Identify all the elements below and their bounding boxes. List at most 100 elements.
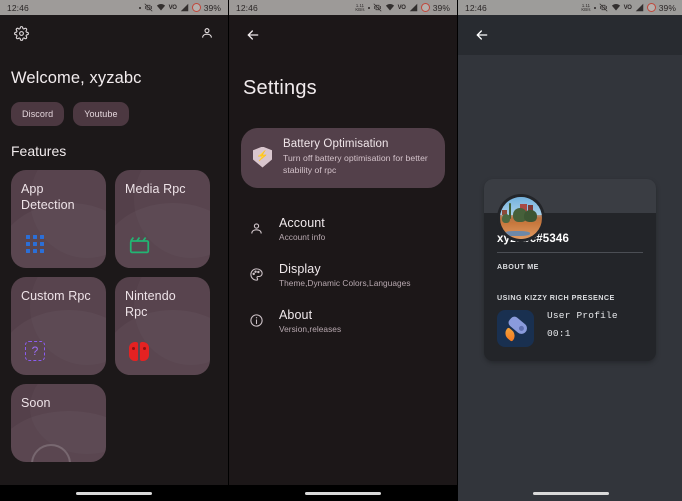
presence-title: User Profile — [547, 310, 618, 321]
status-icons: 1.11 KB/s VO 39% — [581, 3, 676, 13]
card-title: Battery Optimisation — [283, 138, 389, 150]
gear-icon[interactable] — [11, 23, 31, 43]
status-bar: 12:46 1.11 KB/s VO 39% — [229, 0, 457, 15]
profile-screen: 12:46 1.11 KB/s VO 39% xyzabc#5346 ABOUT… — [457, 0, 682, 501]
rich-presence-text: User Profile 00:1 — [547, 310, 618, 339]
card-title: Custom Rpc — [21, 289, 91, 303]
settings-item-text: About Version,releases — [279, 308, 341, 334]
feature-card-soon[interactable]: Soon — [11, 384, 106, 462]
battery-percent: 39% — [658, 2, 676, 13]
shield-bolt-icon: ⚡ — [253, 146, 272, 168]
card-title: Soon — [21, 396, 51, 410]
home-top-bar — [0, 15, 228, 51]
net-speed-icon: 1.11 KB/s — [581, 2, 591, 12]
presence-timer: 00:1 — [547, 328, 571, 339]
avatar-image — [500, 197, 542, 239]
status-time: 12:46 — [236, 2, 258, 13]
features-heading: Features — [11, 143, 67, 159]
card-subtitle: Turn off battery optimisation for better… — [283, 153, 428, 175]
dot-icon — [138, 6, 141, 9]
item-subtitle: Theme,Dynamic Colors,Languages — [279, 278, 411, 288]
battery-optimisation-card[interactable]: ⚡ Battery Optimisation Turn off battery … — [241, 128, 445, 188]
card-title: Nintendo Rpc — [125, 289, 176, 319]
feature-card-app-detection[interactable]: App Detection — [11, 170, 106, 268]
three-panel-screenshot: 12:46 VO 39% Welcome, xyzabc Discord You… — [0, 0, 682, 501]
volte-icon: VO — [168, 4, 177, 11]
nav-home-pill[interactable] — [305, 491, 381, 495]
profile-body: xyzabc#5346 ABOUT ME USING KIZZY RICH PR… — [458, 55, 682, 501]
about-me-label: ABOUT ME — [497, 262, 539, 271]
avatar-path — [504, 230, 531, 236]
item-title: Display — [279, 262, 321, 276]
avatar-bush — [524, 210, 537, 223]
app-grid-icon — [22, 231, 48, 257]
chip-youtube[interactable]: Youtube — [73, 102, 129, 126]
clapperboard-icon — [126, 231, 152, 257]
settings-list: Account Account info Display Theme,Dynam… — [229, 188, 457, 344]
signal-icon — [635, 3, 644, 12]
dot-icon — [367, 6, 370, 9]
platform-chips: Discord Youtube — [0, 88, 228, 126]
settings-item-text: Display Theme,Dynamic Colors,Languages — [279, 262, 411, 288]
nav-home-pill[interactable] — [76, 491, 152, 495]
settings-top-bar — [229, 15, 457, 55]
card-title: App Detection — [21, 182, 75, 212]
battery-saver-icon — [420, 3, 430, 12]
signal-icon — [409, 3, 418, 12]
rocket-icon — [497, 310, 534, 347]
system-nav-bar — [458, 485, 682, 501]
status-bar: 12:46 1.11 KB/s VO 39% — [458, 0, 682, 15]
feature-card-nintendo-rpc[interactable]: Nintendo Rpc — [115, 277, 210, 375]
settings-screen: 12:46 1.11 KB/s VO 39% Settings ⚡ Batter… — [228, 0, 457, 501]
rich-presence-label: USING KIZZY RICH PRESENCE — [497, 293, 615, 302]
battery-percent: 39% — [203, 2, 221, 13]
battery-saver-icon — [191, 3, 201, 12]
status-icons: VO 39% — [138, 2, 221, 13]
card-title: Media Rpc — [125, 182, 186, 196]
wifi-icon — [611, 3, 621, 12]
feature-card-media-rpc[interactable]: Media Rpc — [115, 170, 210, 268]
item-title: About — [279, 308, 313, 322]
profile-card: xyzabc#5346 ABOUT ME USING KIZZY RICH PR… — [484, 179, 656, 361]
settings-item-text: Account Account info — [279, 216, 325, 242]
status-time: 12:46 — [7, 2, 29, 13]
system-nav-bar — [229, 485, 457, 501]
settings-item-display[interactable]: Display Theme,Dynamic Colors,Languages — [229, 252, 457, 298]
welcome-heading: Welcome, xyzabc — [11, 69, 142, 87]
divider — [497, 252, 643, 253]
person-icon[interactable] — [197, 23, 217, 43]
vibrate-off-icon — [373, 3, 382, 12]
net-speed-icon: 1.11 KB/s — [355, 2, 365, 12]
item-subtitle: Account info — [279, 232, 326, 242]
vibrate-off-icon — [144, 3, 153, 12]
question-box-icon: ? — [22, 338, 48, 364]
features-grid: App Detection Media Rpc Custom Rpc ? Nin… — [0, 159, 228, 462]
home-screen: 12:46 VO 39% Welcome, xyzabc Discord You… — [0, 0, 228, 501]
wifi-icon — [385, 3, 395, 12]
avatar-bush — [501, 213, 511, 224]
person-icon — [247, 219, 265, 237]
battery-card-text: Battery Optimisation Turn off battery op… — [283, 138, 431, 176]
feature-card-custom-rpc[interactable]: Custom Rpc ? — [11, 277, 106, 375]
rich-presence-row: User Profile 00:1 — [497, 310, 643, 347]
back-arrow-icon[interactable] — [472, 25, 492, 45]
status-icons: 1.11 KB/s VO 39% — [355, 3, 450, 13]
vibrate-off-icon — [599, 3, 608, 12]
battery-percent: 39% — [432, 2, 450, 13]
palette-icon — [247, 265, 265, 283]
signal-icon — [180, 3, 189, 12]
settings-item-account[interactable]: Account Account info — [229, 206, 457, 252]
settings-item-about[interactable]: About Version,releases — [229, 298, 457, 344]
status-bar: 12:46 VO 39% — [0, 0, 228, 15]
page-title: Settings — [243, 77, 317, 99]
avatar[interactable] — [497, 194, 545, 242]
chip-discord[interactable]: Discord — [11, 102, 65, 126]
battery-saver-icon — [646, 3, 656, 12]
item-subtitle: Version,releases — [279, 324, 342, 334]
nintendo-switch-icon — [126, 338, 152, 364]
status-time: 12:46 — [465, 2, 487, 13]
item-title: Account — [279, 216, 325, 230]
back-arrow-icon[interactable] — [243, 25, 263, 45]
nav-home-pill[interactable] — [532, 491, 609, 495]
profile-top-bar — [458, 15, 682, 55]
